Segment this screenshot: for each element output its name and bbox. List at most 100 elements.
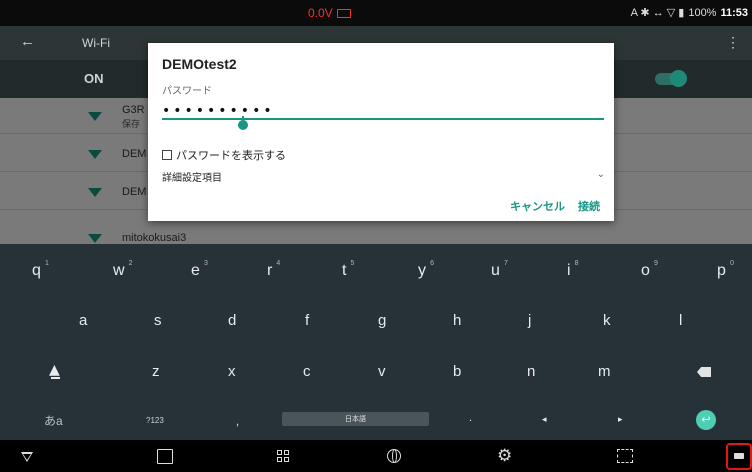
key-s[interactable]: s — [154, 312, 162, 329]
key-g[interactable]: g — [378, 312, 386, 329]
cursor-right-key[interactable]: ▸ — [618, 414, 623, 425]
key-label: p — [717, 262, 726, 279]
key-label: i — [567, 262, 571, 279]
key-t[interactable]: t5 — [342, 260, 354, 280]
key-label: e — [191, 262, 200, 279]
keyboard-toggle-icon[interactable] — [726, 443, 752, 470]
period-key[interactable]: . — [469, 412, 472, 424]
key-l[interactable]: l — [679, 312, 682, 329]
key-label: o — [641, 262, 650, 279]
key-z[interactable]: z — [152, 363, 160, 380]
key-m[interactable]: m — [598, 363, 611, 380]
key-a[interactable]: a — [79, 312, 87, 329]
password-underline — [162, 118, 604, 120]
key-hint: 8 — [574, 260, 579, 267]
key-x[interactable]: x — [228, 363, 236, 380]
key-hint: 0 — [730, 260, 734, 267]
wifi-signal-icon — [88, 150, 102, 159]
key-q[interactable]: q1 — [32, 260, 49, 280]
network-name: G3R — [122, 104, 145, 116]
key-b[interactable]: b — [453, 363, 461, 380]
key-v[interactable]: v — [378, 363, 386, 380]
advanced-options-row[interactable]: 詳細設定項目 ⌄ — [162, 169, 607, 184]
key-f[interactable]: f — [305, 312, 309, 329]
shift-key[interactable]: ▲ — [49, 362, 60, 379]
space-key[interactable]: 日本語 — [282, 412, 429, 426]
key-hint: 1 — [45, 260, 49, 267]
key-h[interactable]: h — [453, 312, 461, 329]
text-cursor-handle[interactable] — [238, 116, 248, 130]
network-status: 保存 — [122, 120, 141, 130]
status-bar: 0.0V A ✱ ↔ ▽ ▮ 100% 11:53 — [0, 0, 752, 26]
key-o[interactable]: o9 — [641, 260, 658, 280]
advanced-options-label: 詳細設定項目 — [162, 173, 222, 184]
nav-recents-icon[interactable] — [157, 449, 173, 464]
show-password-checkbox[interactable] — [162, 150, 172, 160]
key-label: y — [418, 262, 426, 279]
backspace-icon[interactable] — [697, 367, 711, 377]
wifi-signal-icon — [88, 112, 102, 121]
key-e[interactable]: e3 — [191, 260, 208, 280]
clock: 11:53 — [720, 6, 748, 19]
password-label: パスワード — [162, 86, 212, 97]
nav-browser-globe-icon[interactable] — [387, 449, 401, 463]
network-name: DEM — [122, 186, 147, 198]
key-label: q — [32, 262, 41, 279]
nav-settings-gear-icon[interactable]: ⚙ — [497, 446, 512, 466]
key-i[interactable]: i8 — [567, 260, 579, 280]
key-hint: 2 — [128, 260, 133, 267]
key-hint: 5 — [350, 260, 355, 267]
wifi-signal-icon — [88, 234, 102, 243]
key-r[interactable]: r4 — [267, 260, 280, 280]
comma-key[interactable]: , — [236, 416, 239, 428]
nav-screenshot-icon[interactable] — [617, 449, 633, 463]
keyboard-glyph — [734, 453, 744, 459]
symbols-key[interactable]: ?123 — [146, 416, 164, 425]
key-n[interactable]: n — [527, 363, 535, 380]
wifi-signal-icon — [88, 188, 102, 197]
key-u[interactable]: u7 — [491, 260, 508, 280]
key-y[interactable]: y6 — [418, 260, 434, 280]
key-c[interactable]: c — [303, 363, 311, 380]
chevron-down-icon: ⌄ — [596, 169, 605, 180]
soft-keyboard: q1 w2 e3 r4 t5 y6 u7 i8 o9 p0 a s d f g … — [0, 244, 752, 440]
dialog-title: DEMOtest2 — [162, 56, 237, 72]
network-name: mitokokusai3 — [122, 232, 187, 244]
status-icons: A ✱ ↔ ▽ ▮ 100% 11:53 — [630, 6, 748, 20]
car-battery-icon — [336, 8, 351, 18]
key-label: r — [267, 262, 273, 279]
show-password-checkbox-row[interactable]: パスワードを表示する — [162, 147, 286, 163]
key-p[interactable]: p0 — [717, 260, 734, 280]
cursor-left-key[interactable]: ◂ — [542, 414, 547, 425]
wifi-toggle-label: ON — [84, 71, 104, 86]
key-hint: 7 — [504, 260, 508, 267]
key-label: w — [113, 262, 125, 279]
key-hint: 4 — [276, 260, 281, 267]
key-d[interactable]: d — [228, 312, 236, 329]
wifi-password-dialog: DEMOtest2 パスワード パスワードを表示する 詳細設定項目 ⌄ キャンセ… — [148, 43, 614, 221]
lang-switch-key[interactable]: あa — [44, 412, 63, 429]
key-label: t — [342, 262, 347, 279]
shift-underline — [51, 377, 60, 379]
key-label: u — [491, 262, 500, 279]
key-hint: 6 — [430, 260, 434, 267]
nav-apps-grid-icon[interactable] — [277, 450, 289, 462]
network-name: DEM — [122, 148, 147, 160]
show-password-label: パスワードを表示する — [176, 149, 286, 162]
overflow-menu-icon[interactable]: ⋮ — [726, 34, 740, 51]
key-w[interactable]: w2 — [113, 260, 133, 280]
status-indicator-icons: A ✱ ↔ ▽ ▮ — [630, 7, 685, 19]
key-k[interactable]: k — [603, 312, 611, 329]
page-title: Wi-Fi — [82, 36, 110, 50]
enter-key[interactable]: ↩ — [696, 410, 716, 430]
key-hint: 3 — [204, 260, 208, 267]
back-arrow-icon[interactable]: ← — [20, 33, 35, 50]
voltage-text: 0.0V — [308, 6, 333, 20]
key-j[interactable]: j — [528, 312, 531, 329]
nav-back-icon[interactable] — [21, 452, 33, 462]
cancel-button[interactable]: キャンセル — [510, 198, 565, 214]
wifi-toggle-switch[interactable] — [655, 70, 687, 87]
toggle-knob — [670, 70, 687, 87]
battery-percent: 100% — [688, 6, 717, 19]
connect-button[interactable]: 接続 — [578, 198, 600, 214]
